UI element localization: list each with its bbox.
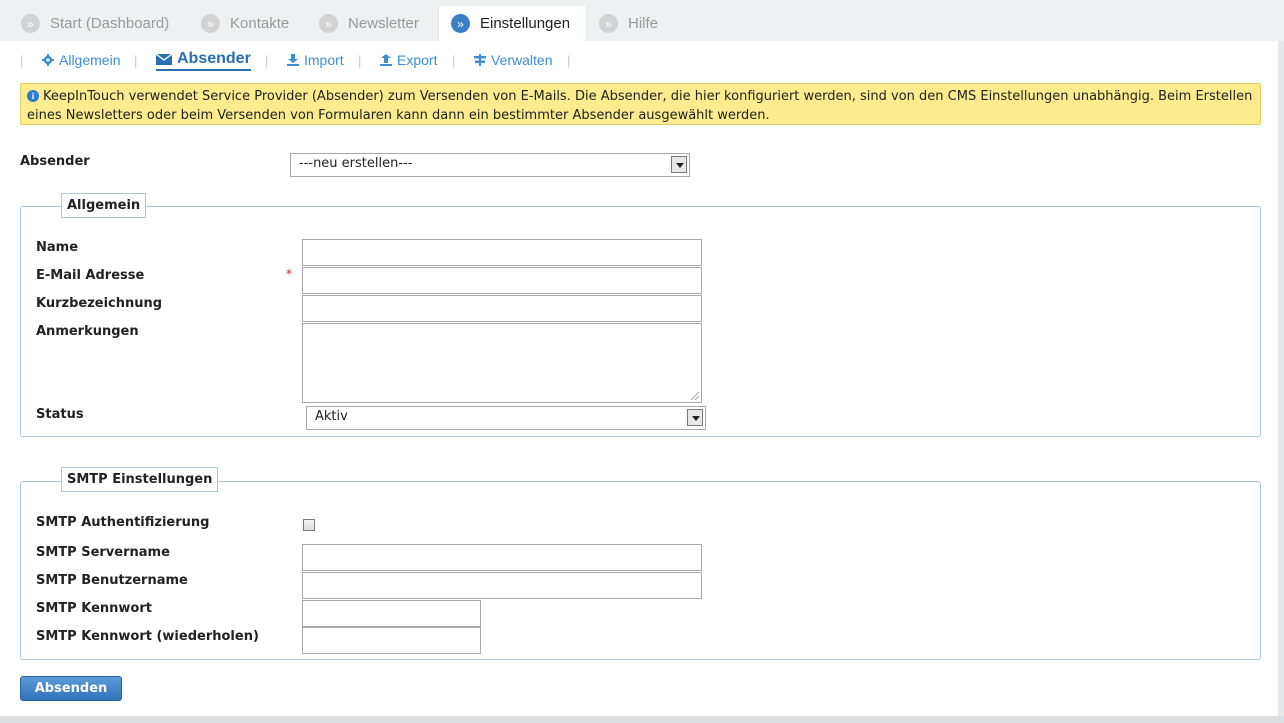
chevron-right-icon: » — [451, 14, 470, 33]
tab-hilfe[interactable]: » Hilfe — [587, 6, 677, 41]
sub-navigation: | Allgemein | Absender | Import | Export… — [0, 41, 1284, 81]
kurzbezeichnung-input[interactable] — [302, 295, 702, 322]
smtp-legend: SMTP Einstellungen — [61, 467, 219, 492]
subnav-label: Absender — [177, 50, 251, 67]
tab-label: Einstellungen — [480, 15, 571, 32]
tab-newsletter[interactable]: » Newsletter — [307, 6, 432, 41]
separator: | — [265, 53, 269, 68]
subnav-label: Allgemein — [59, 52, 121, 68]
subnav-item-export[interactable]: Export — [380, 52, 437, 68]
smtp-kennwort-wiederholen-label: SMTP Kennwort (wiederholen) — [36, 629, 259, 644]
info-icon: i — [27, 90, 39, 102]
tab-label: Hilfe — [628, 15, 659, 32]
signpost-icon — [474, 54, 486, 66]
info-message: i KeepInTouch verwendet Service Provider … — [20, 83, 1261, 125]
absender-label: Absender — [20, 154, 90, 169]
smtp-auth-checkbox[interactable] — [303, 519, 315, 531]
tab-label: Kontakte — [230, 15, 290, 32]
download-icon — [287, 54, 299, 66]
tab-einstellungen[interactable]: » Einstellungen — [438, 6, 587, 41]
chevron-down-icon[interactable] — [687, 409, 703, 426]
absender-select-value: ---neu erstellen--- — [299, 156, 413, 171]
email-input[interactable] — [302, 267, 702, 294]
info-text: KeepInTouch verwendet Service Provider (… — [27, 89, 1253, 123]
resize-grip-icon[interactable] — [691, 392, 699, 400]
smtp-kennwort-input[interactable] — [302, 600, 481, 627]
smtp-kennwort-wiederholen-input[interactable] — [302, 627, 481, 654]
status-label: Status — [36, 407, 84, 422]
tab-label: Start (Dashboard) — [50, 15, 170, 32]
separator: | — [134, 53, 138, 68]
chevron-right-icon: » — [21, 14, 40, 33]
subnav-item-import[interactable]: Import — [287, 52, 344, 68]
separator: | — [452, 53, 456, 68]
status-select[interactable]: Aktiv — [306, 406, 706, 430]
name-label: Name — [36, 240, 79, 255]
main-tab-bar: » Start (Dashboard) » Kontakte » Newslet… — [0, 0, 1284, 41]
email-label: E-Mail Adresse — [36, 268, 145, 283]
smtp-kennwort-label: SMTP Kennwort — [36, 601, 152, 616]
envelope-icon — [156, 53, 172, 65]
chevron-right-icon: » — [319, 14, 338, 33]
separator: | — [20, 53, 24, 68]
kurzbezeichnung-label: Kurzbezeichnung — [36, 296, 163, 311]
chevron-down-icon[interactable] — [671, 156, 687, 173]
status-select-value: Aktiv — [315, 409, 348, 424]
chevron-right-icon: » — [201, 14, 220, 33]
smtp-servername-label: SMTP Servername — [36, 545, 170, 560]
tab-label: Newsletter — [348, 15, 419, 32]
gear-icon — [42, 54, 54, 66]
tab-kontakte[interactable]: » Kontakte — [189, 6, 299, 41]
absenden-button[interactable]: Absenden — [20, 676, 122, 701]
smtp-benutzername-label: SMTP Benutzername — [36, 573, 188, 588]
separator: | — [358, 53, 362, 68]
bottom-bar — [0, 716, 1284, 723]
subnav-item-verwalten[interactable]: Verwalten — [474, 52, 552, 68]
smtp-servername-input[interactable] — [302, 544, 702, 571]
allgemein-legend: Allgemein — [61, 193, 147, 218]
anmerkungen-label: Anmerkungen — [36, 324, 139, 339]
subnav-item-allgemein[interactable]: Allgemein — [42, 52, 120, 68]
name-input[interactable] — [302, 239, 702, 266]
upload-icon — [380, 54, 392, 66]
smtp-benutzername-input[interactable] — [302, 572, 702, 599]
required-marker: * — [286, 267, 292, 281]
anmerkungen-textarea[interactable] — [302, 323, 702, 403]
subnav-item-absender[interactable]: Absender — [156, 50, 251, 71]
subnav-label: Import — [304, 52, 344, 68]
absender-select[interactable]: ---neu erstellen--- — [290, 153, 690, 177]
separator: | — [567, 53, 571, 68]
right-edge — [1278, 41, 1284, 723]
subnav-label: Export — [397, 52, 438, 68]
subnav-label: Verwalten — [491, 52, 553, 68]
tab-start-dashboard[interactable]: » Start (Dashboard) — [9, 6, 189, 41]
smtp-auth-label: SMTP Authentifizierung — [36, 515, 210, 530]
chevron-right-icon: » — [599, 14, 618, 33]
